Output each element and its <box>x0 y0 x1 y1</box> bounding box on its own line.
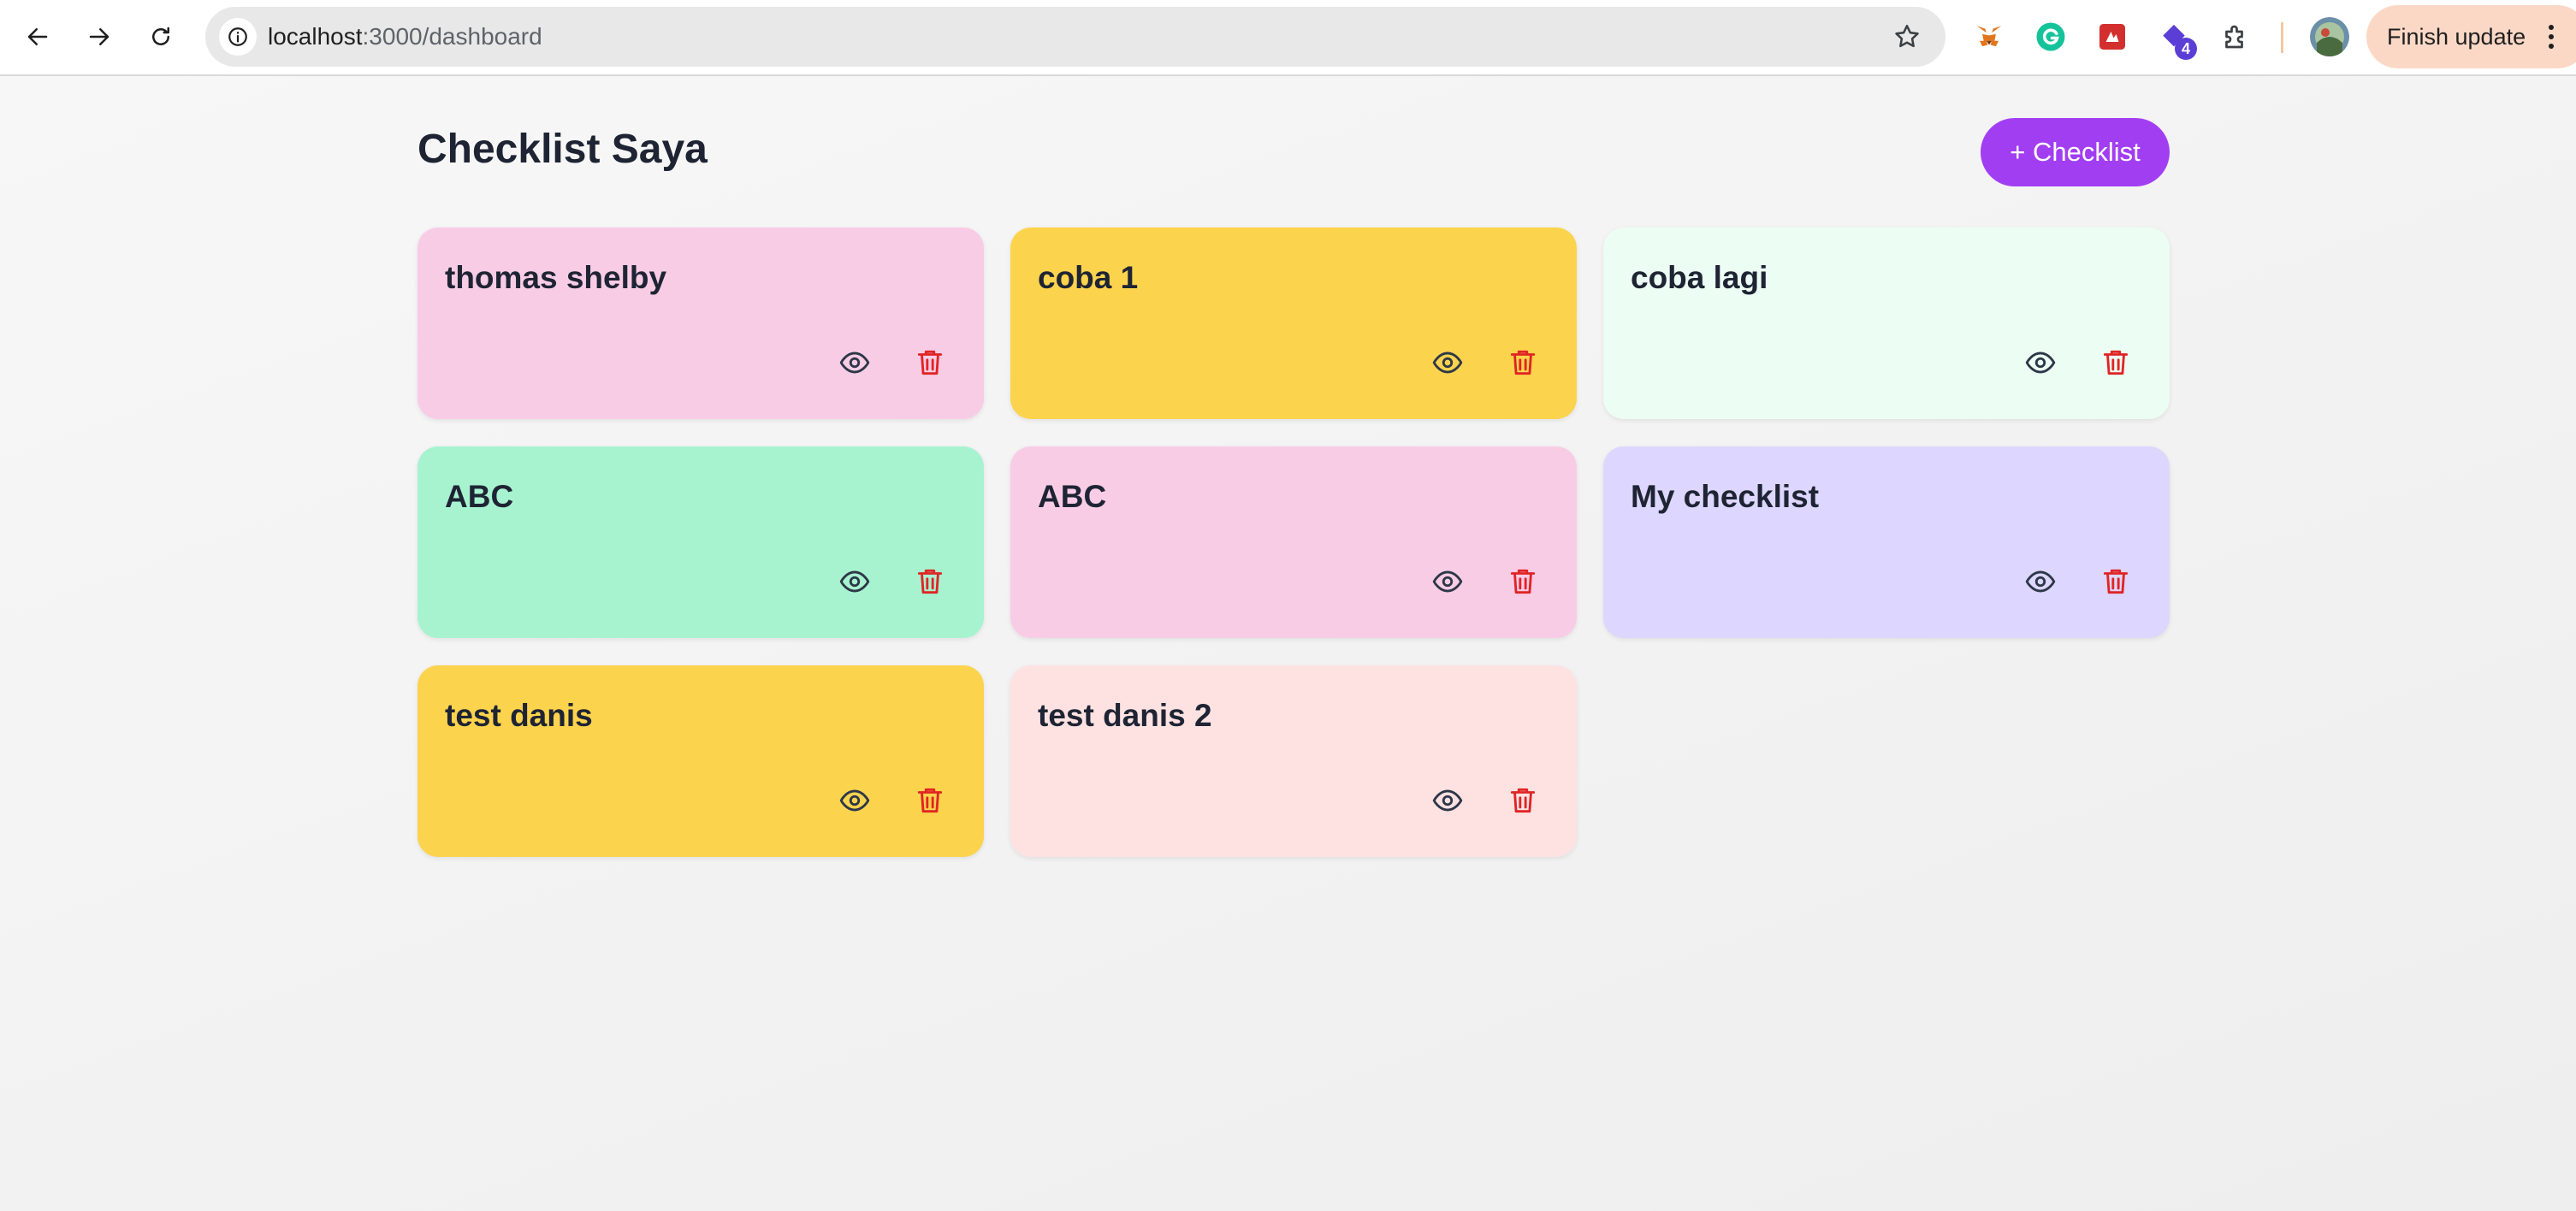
trash-icon <box>917 569 943 594</box>
extension-badge: 4 <box>2175 38 2197 60</box>
dashboard-page: Checklist Saya + Checklist thomas shelby… <box>0 76 2576 1211</box>
puzzle-extensions-icon[interactable] <box>2216 17 2255 56</box>
page-title: Checklist Saya <box>417 127 708 172</box>
delete-button[interactable] <box>2097 344 2135 381</box>
checklist-card[interactable]: coba 1 <box>1010 227 1577 419</box>
delete-button[interactable] <box>1504 344 1542 381</box>
reload-button[interactable] <box>139 15 182 58</box>
card-actions <box>2022 563 2135 600</box>
trash-icon <box>1510 569 1536 594</box>
card-actions <box>2022 344 2135 381</box>
back-button[interactable] <box>16 15 59 58</box>
card-actions <box>1429 563 1542 600</box>
site-info-icon[interactable] <box>219 18 257 56</box>
delete-button[interactable] <box>911 563 949 600</box>
toolbar-divider <box>2281 22 2283 53</box>
eye-icon <box>839 789 870 812</box>
more-vert-icon <box>2549 25 2554 49</box>
finish-update-button[interactable]: Finish update <box>2366 5 2576 68</box>
trash-icon <box>2103 350 2129 375</box>
trash-icon <box>1510 788 1536 813</box>
checklist-title: thomas shelby <box>445 260 667 295</box>
arrow-right-icon <box>89 28 110 45</box>
checklist-title: test danis <box>445 698 593 733</box>
url-text[interactable]: localhost:3000/dashboard <box>268 7 542 67</box>
checklist-card[interactable]: test danis <box>417 665 984 857</box>
view-button[interactable] <box>836 563 873 600</box>
view-button[interactable] <box>836 782 873 819</box>
card-actions <box>1429 782 1542 819</box>
delete-button[interactable] <box>911 782 949 819</box>
checklist-card[interactable]: coba lagi <box>1603 227 2170 419</box>
trash-icon <box>2103 569 2129 594</box>
checklist-card[interactable]: ABC <box>1010 446 1577 638</box>
red-extension-icon[interactable] <box>2093 17 2132 56</box>
view-button[interactable] <box>1429 782 1466 819</box>
arrow-left-icon <box>27 28 48 45</box>
eye-icon <box>1432 789 1463 812</box>
delete-button[interactable] <box>2097 563 2135 600</box>
checklist-card[interactable]: ABC <box>417 446 984 638</box>
finish-update-label: Finish update <box>2387 23 2526 50</box>
eye-icon <box>2025 351 2056 374</box>
metamask-icon[interactable] <box>1969 17 2009 56</box>
checklist-title: My checklist <box>1631 479 1820 514</box>
checklist-title: ABC <box>445 479 514 514</box>
card-actions <box>836 344 949 381</box>
card-actions <box>836 782 949 819</box>
eye-icon <box>839 570 870 593</box>
eye-icon <box>1432 570 1463 593</box>
browser-toolbar: localhost:3000/dashboard 4 Finish update <box>0 0 2576 76</box>
checklist-title: test danis 2 <box>1038 698 1212 733</box>
eye-icon <box>1432 351 1463 374</box>
checklist-title: coba lagi <box>1631 260 1768 295</box>
url-host: localhost <box>268 23 363 50</box>
view-button[interactable] <box>2022 344 2059 381</box>
add-checklist-button[interactable]: + Checklist <box>1981 118 2170 186</box>
checklist-title: ABC <box>1038 479 1107 514</box>
url-path: :3000/dashboard <box>362 23 542 50</box>
delete-button[interactable] <box>1504 782 1542 819</box>
trash-icon <box>917 788 943 813</box>
card-actions <box>836 563 949 600</box>
address-bar[interactable]: localhost:3000/dashboard <box>205 7 1945 67</box>
eye-icon <box>2025 570 2056 593</box>
purple-extension-icon[interactable]: 4 <box>2154 17 2197 60</box>
delete-button[interactable] <box>1504 563 1542 600</box>
forward-button[interactable] <box>78 15 121 58</box>
trash-icon <box>917 350 943 375</box>
view-button[interactable] <box>1429 344 1466 381</box>
card-actions <box>1429 344 1542 381</box>
checklist-card[interactable]: test danis 2 <box>1010 665 1577 857</box>
trash-icon <box>1510 350 1536 375</box>
view-button[interactable] <box>836 344 873 381</box>
grammarly-icon[interactable] <box>2031 17 2070 56</box>
profile-avatar[interactable] <box>2310 17 2349 56</box>
checklist-title: coba 1 <box>1038 260 1139 295</box>
view-button[interactable] <box>1429 563 1466 600</box>
checklist-grid: thomas shelby coba 1 coba lagi ABC ABC M… <box>417 227 2170 857</box>
view-button[interactable] <box>2022 563 2059 600</box>
eye-icon <box>839 351 870 374</box>
checklist-card[interactable]: My checklist <box>1603 446 2170 638</box>
bookmark-star-icon[interactable] <box>1892 22 1922 51</box>
delete-button[interactable] <box>911 344 949 381</box>
reload-icon <box>152 27 169 45</box>
checklist-card[interactable]: thomas shelby <box>417 227 984 419</box>
